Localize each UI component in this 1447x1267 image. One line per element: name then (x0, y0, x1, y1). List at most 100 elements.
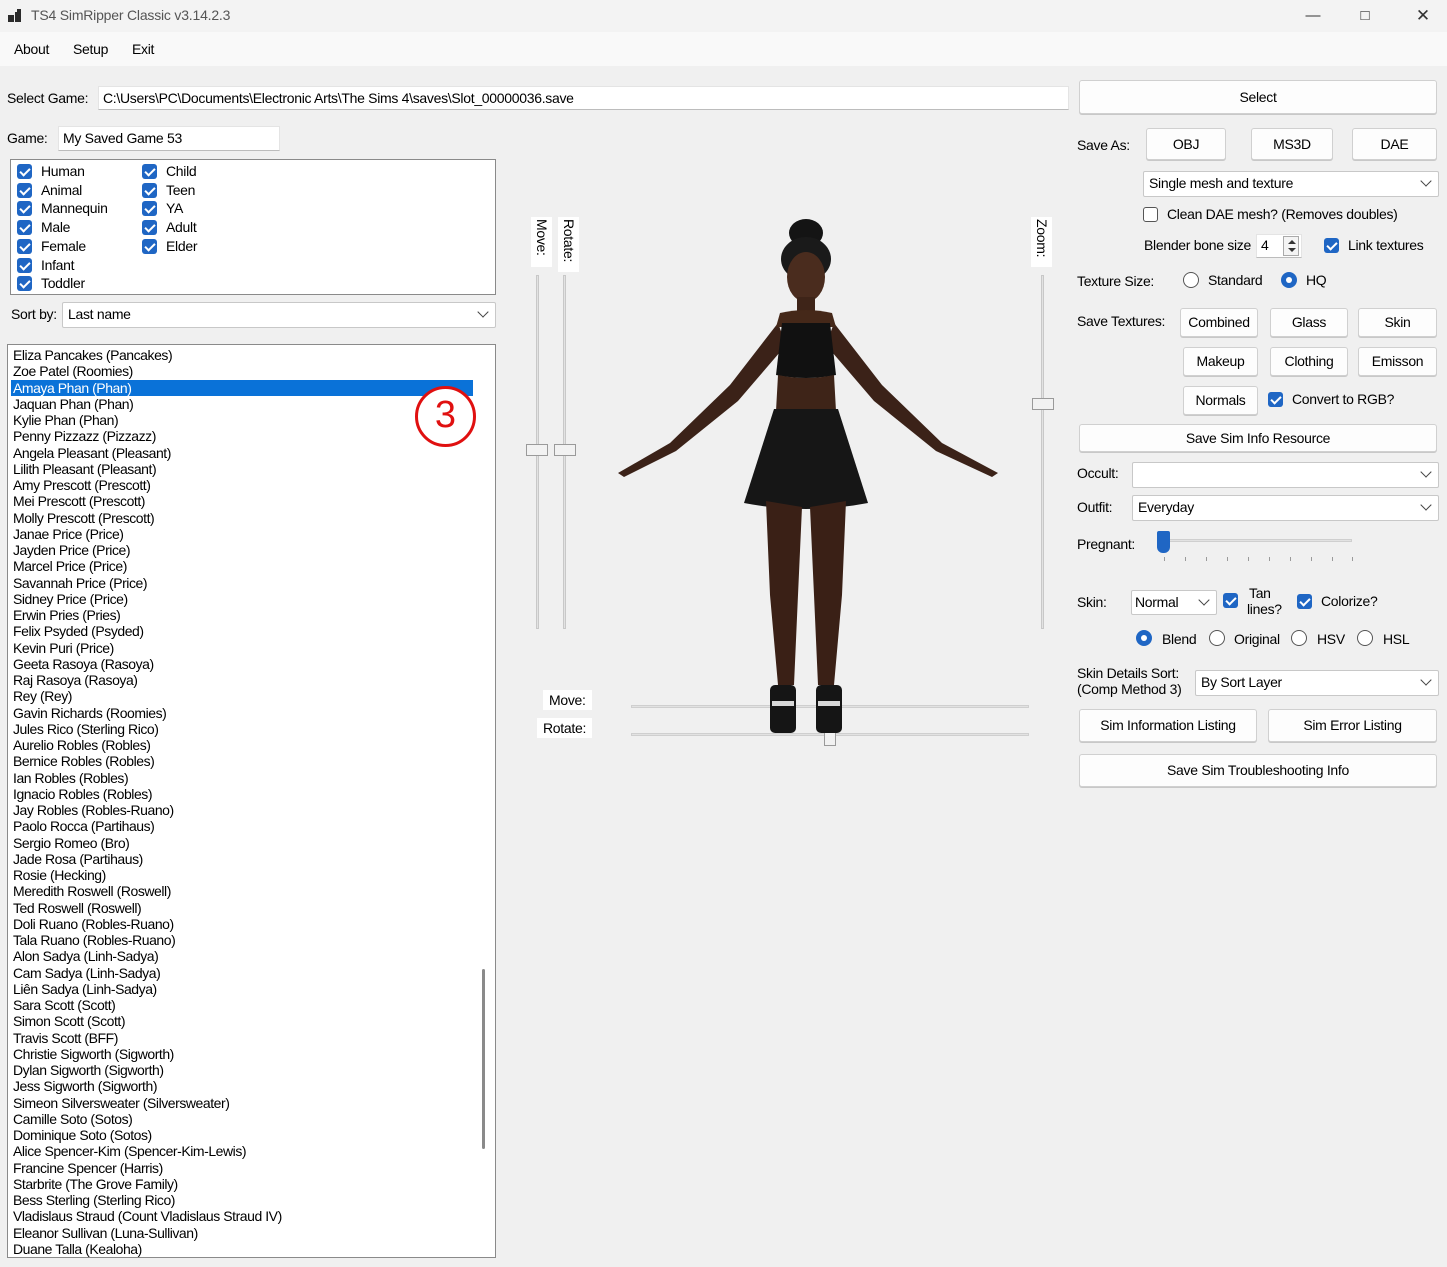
list-item[interactable]: Marcel Price (Price) (11, 558, 473, 574)
list-item[interactable]: Lilith Pleasant (Pleasant) (11, 461, 473, 477)
blender-bone-size-stepper[interactable]: 4 (1256, 234, 1302, 258)
list-item[interactable]: Aurelio Robles (Robles) (11, 737, 473, 753)
sim-model-preview[interactable] (610, 215, 1010, 735)
list-item[interactable]: Erwin Pries (Pries) (11, 607, 473, 623)
blend-radio[interactable] (1136, 630, 1152, 646)
list-item[interactable]: Felix Psyded (Psyded) (11, 623, 473, 639)
list-item[interactable]: Starbrite (The Grove Family) (11, 1176, 473, 1192)
save-makeup-button[interactable]: Makeup (1183, 347, 1258, 376)
filter-adult-checkbox[interactable] (142, 220, 157, 235)
save-clothing-button[interactable]: Clothing (1270, 347, 1348, 376)
list-item[interactable]: Savannah Price (Price) (11, 575, 473, 591)
save-skin-button[interactable]: Skin (1358, 308, 1437, 337)
original-radio[interactable] (1209, 630, 1225, 646)
list-item[interactable]: Dylan Sigworth (Sigworth) (11, 1062, 473, 1078)
clean-dae-checkbox[interactable] (1143, 207, 1158, 222)
close-icon[interactable]: ✕ (1400, 0, 1446, 32)
list-item[interactable]: Vladislaus Straud (Count Vladislaus Stra… (11, 1208, 473, 1224)
save-sim-info-button[interactable]: Save Sim Info Resource (1079, 424, 1437, 452)
filter-toddler-checkbox[interactable] (17, 276, 32, 291)
texture-hq-radio[interactable] (1281, 272, 1297, 288)
list-item[interactable]: Christie Sigworth (Sigworth) (11, 1046, 473, 1062)
list-item[interactable]: Penny Pizzazz (Pizzazz) (11, 428, 473, 444)
list-item[interactable]: Zoe Patel (Roomies) (11, 363, 473, 379)
list-item[interactable]: Mei Prescott (Prescott) (11, 493, 473, 509)
select-button[interactable]: Select (1079, 80, 1437, 114)
zoom-thumb[interactable] (1032, 398, 1054, 410)
hsl-radio[interactable] (1357, 630, 1373, 646)
list-item[interactable]: Amy Prescott (Prescott) (11, 477, 473, 493)
list-item[interactable]: Jules Rico (Sterling Rico) (11, 721, 473, 737)
list-item[interactable]: Rey (Rey) (11, 688, 473, 704)
list-item[interactable]: Bess Sterling (Sterling Rico) (11, 1192, 473, 1208)
maximize-icon[interactable]: □ (1342, 0, 1388, 32)
list-item[interactable]: Eliza Pancakes (Pancakes) (11, 347, 473, 363)
list-item[interactable]: Kevin Puri (Price) (11, 640, 473, 656)
filter-male-checkbox[interactable] (17, 220, 32, 235)
save-ms3d-button[interactable]: MS3D (1251, 128, 1333, 160)
pregnant-slider-track[interactable] (1158, 539, 1352, 542)
list-item[interactable]: Gavin Richards (Roomies) (11, 705, 473, 721)
list-item[interactable]: Sidney Price (Price) (11, 591, 473, 607)
list-item[interactable]: Simeon Silversweater (Silversweater) (11, 1095, 473, 1111)
tan-lines-checkbox[interactable] (1223, 593, 1238, 608)
list-item[interactable]: Sara Scott (Scott) (11, 997, 473, 1013)
save-glass-button[interactable]: Glass (1270, 308, 1348, 337)
list-item[interactable]: Alice Spencer-Kim (Spencer-Kim-Lewis) (11, 1143, 473, 1159)
list-item[interactable]: Dominique Soto (Sotos) (11, 1127, 473, 1143)
list-item[interactable]: Travis Scott (BFF) (11, 1030, 473, 1046)
list-item[interactable]: Duane Talla (Kealoha) (11, 1241, 473, 1257)
list-item[interactable]: Kylie Phan (Phan) (11, 412, 473, 428)
filter-animal-checkbox[interactable] (17, 183, 32, 198)
pregnant-slider-thumb[interactable] (1157, 531, 1170, 553)
filter-teen-checkbox[interactable] (142, 183, 157, 198)
list-item[interactable]: Bernice Robles (Robles) (11, 753, 473, 769)
filter-elder-checkbox[interactable] (142, 239, 157, 254)
save-path-field[interactable]: C:\Users\PC\Documents\Electronic Arts\Th… (98, 86, 1069, 110)
list-item[interactable]: Alon Sadya (Linh-Sadya) (11, 948, 473, 964)
menu-about[interactable]: About (14, 41, 49, 57)
filter-ya-checkbox[interactable] (142, 201, 157, 216)
skin-dropdown[interactable]: Normal (1131, 590, 1217, 615)
link-textures-checkbox[interactable] (1324, 238, 1339, 253)
outfit-dropdown[interactable]: Everyday (1132, 495, 1439, 521)
filter-female-checkbox[interactable] (17, 239, 32, 254)
texture-standard-radio[interactable] (1183, 272, 1199, 288)
move-vertical-thumb[interactable] (526, 444, 548, 456)
filter-infant-checkbox[interactable] (17, 258, 32, 273)
list-item[interactable]: Ted Roswell (Roswell) (11, 900, 473, 916)
list-item[interactable]: Paolo Rocca (Partihaus) (11, 818, 473, 834)
list-item[interactable]: Geeta Rasoya (Rasoya) (11, 656, 473, 672)
list-item[interactable]: Eleanor Sullivan (Luna-Sullivan) (11, 1225, 473, 1241)
stepper-arrows-icon[interactable] (1283, 236, 1299, 256)
list-item[interactable]: Jade Rosa (Partihaus) (11, 851, 473, 867)
list-item[interactable]: Ian Robles (Robles) (11, 770, 473, 786)
list-item[interactable]: Angela Pleasant (Pleasant) (11, 445, 473, 461)
save-obj-button[interactable]: OBJ (1146, 128, 1226, 160)
save-normals-button[interactable]: Normals (1183, 386, 1258, 415)
sim-information-listing-button[interactable]: Sim Information Listing (1079, 709, 1257, 742)
filter-mannequin-checkbox[interactable] (17, 201, 32, 216)
list-item[interactable]: Jayden Price (Price) (11, 542, 473, 558)
minimize-icon[interactable]: — (1290, 0, 1336, 32)
sort-dropdown[interactable]: Last name (62, 302, 496, 328)
list-item[interactable]: Rosie (Hecking) (11, 867, 473, 883)
list-item[interactable]: Ignacio Robles (Robles) (11, 786, 473, 802)
list-item[interactable]: Raj Rasoya (Rasoya) (11, 672, 473, 688)
list-item[interactable]: Meredith Roswell (Roswell) (11, 883, 473, 899)
list-scrollbar[interactable] (482, 969, 485, 1149)
menu-setup[interactable]: Setup (73, 41, 108, 57)
zoom-track[interactable] (1041, 275, 1044, 629)
save-combined-button[interactable]: Combined (1180, 308, 1258, 337)
sim-error-listing-button[interactable]: Sim Error Listing (1268, 709, 1437, 742)
hsv-radio[interactable] (1291, 630, 1307, 646)
list-item[interactable]: Molly Prescott (Prescott) (11, 510, 473, 526)
list-item[interactable]: Tala Ruano (Robles-Ruano) (11, 932, 473, 948)
list-item[interactable]: Francine Spencer (Harris) (11, 1160, 473, 1176)
filter-human-checkbox[interactable] (17, 164, 32, 179)
list-item[interactable]: Jay Robles (Robles-Ruano) (11, 802, 473, 818)
skin-details-sort-dropdown[interactable]: By Sort Layer (1195, 670, 1439, 696)
save-emission-button[interactable]: Emisson (1358, 347, 1437, 376)
occult-dropdown[interactable] (1132, 462, 1439, 488)
list-item[interactable]: Janae Price (Price) (11, 526, 473, 542)
